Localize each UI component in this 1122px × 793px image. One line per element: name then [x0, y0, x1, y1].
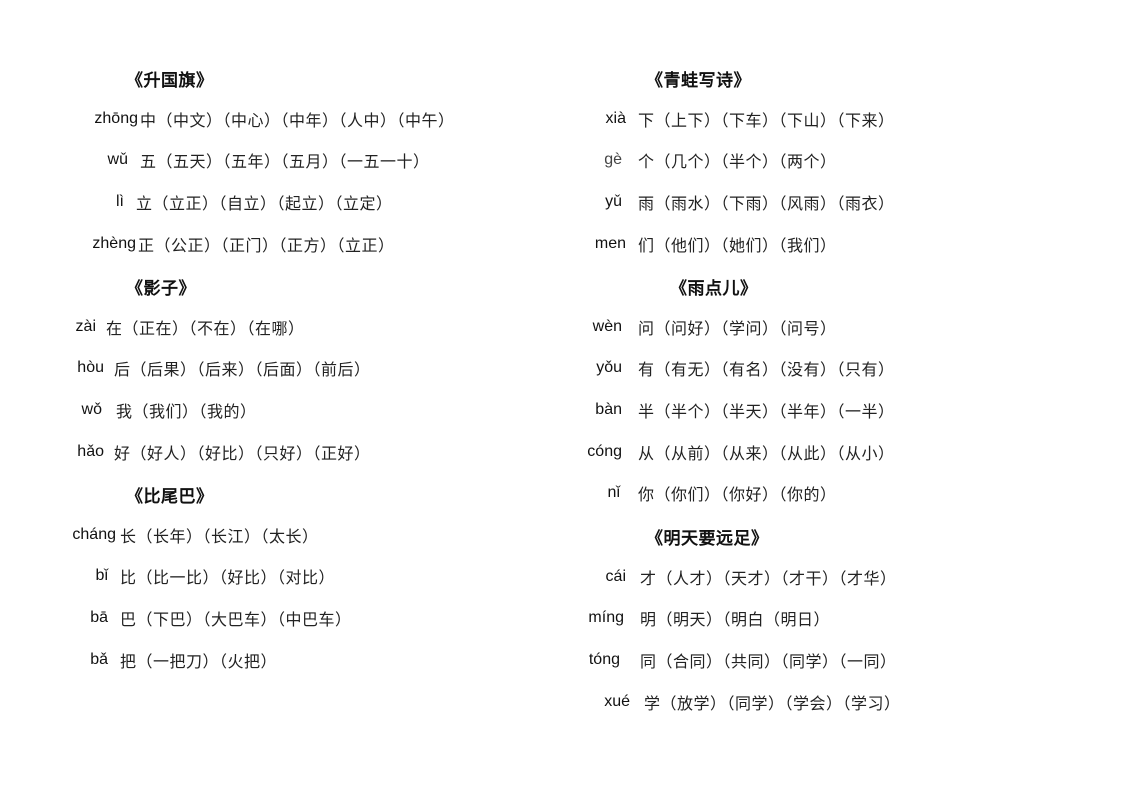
section-title: 《青蛙写诗》: [646, 71, 751, 91]
pinyin: zhèng: [92, 235, 136, 252]
word-list: 雨（雨水）（下雨）（风雨）（雨衣）: [638, 194, 895, 213]
pinyin: yǔ: [605, 193, 622, 210]
vocab-row: nǐ 你（你们）（你好）（你的）: [560, 481, 837, 505]
pinyin: bǎ: [90, 651, 108, 668]
word-list: 正（公正）（正门）（正方）（立正）: [138, 236, 395, 255]
word-list: 我（我们）（我的）: [116, 402, 257, 421]
pinyin: cóng: [587, 443, 622, 460]
vocab-row: gè 个（几个）（半个）（两个）: [560, 148, 837, 172]
word-list: 问（问好）（学问）（问号）: [638, 319, 837, 338]
section-title: 《升国旗》: [126, 71, 214, 91]
vocab-row: men 们（他们）（她们）（我们）: [560, 232, 837, 256]
pinyin: xué: [604, 693, 630, 710]
vocab-row: wèn 问（问好）（学问）（问号）: [560, 315, 837, 339]
vocab-row: bàn 半（半个）（半天）（半年）（一半）: [560, 398, 895, 422]
vocab-row: tóng 同（合同）（共同）（同学）（一同）: [560, 648, 897, 672]
vocab-row: bǎ 把（一把刀）（火把）: [0, 648, 277, 672]
word-list: 同（合同）（共同）（同学）（一同）: [640, 652, 897, 671]
vocab-row: cái 才（人才）（天才）（才干）（才华）: [560, 565, 897, 589]
word-list: 把（一把刀）（火把）: [120, 652, 278, 671]
word-list: 在（正在）（不在）（在哪）: [106, 319, 305, 338]
pinyin: wǔ: [107, 151, 128, 168]
pinyin: bā: [90, 609, 108, 626]
word-list: 学（放学）（同学）（学会）（学习）: [644, 694, 901, 713]
vocab-row: cháng 长（长年）（长江）（太长）: [0, 523, 319, 547]
word-list: 好（好人）（好比）（只好）（正好）: [114, 444, 371, 463]
pinyin: cháng: [72, 526, 116, 543]
pinyin: zhōng: [94, 110, 138, 127]
pinyin: zài: [75, 318, 96, 335]
word-list: 们（他们）（她们）（我们）: [638, 236, 837, 255]
pinyin: cái: [605, 568, 626, 585]
pinyin: nǐ: [607, 484, 620, 501]
vocab-row: zài 在（正在）（不在）（在哪）: [0, 315, 305, 339]
section-title: 《比尾巴》: [126, 487, 214, 507]
section-title: 《明天要远足》: [646, 529, 769, 549]
word-list: 下（上下）（下车）（下山）（下来）: [638, 111, 895, 130]
word-list: 你（你们）（你好）（你的）: [638, 485, 837, 504]
vocab-row: wǔ 五（五天）（五年）（五月）（一五一十）: [0, 148, 430, 172]
word-list: 长（长年）（长江）（太长）: [120, 527, 319, 546]
vocab-row: hòu 后（后果）（后来）（后面）（前后）: [0, 356, 371, 380]
word-list: 巴（下巴）（大巴车）（中巴车）: [120, 610, 352, 629]
word-list: 中（中文）（中心）（中年）（人中）（中午）: [140, 111, 455, 130]
pinyin: míng: [588, 609, 624, 626]
pinyin: bàn: [595, 401, 622, 418]
vocab-row: zhèng 正（公正）（正门）（正方）（立正）: [0, 232, 395, 256]
word-list: 半（半个）（半天）（半年）（一半）: [638, 402, 895, 421]
vocab-row: yǒu 有（有无）（有名）（没有）（只有）: [560, 356, 895, 380]
word-list: 后（后果）（后来）（后面）（前后）: [114, 360, 371, 379]
word-list: 五（五天）（五年）（五月）（一五一十）: [140, 152, 430, 171]
vocab-row: cóng 从（从前）（从来）（从此）（从小）: [560, 440, 895, 464]
pinyin: hǎo: [77, 443, 104, 460]
word-list: 从（从前）（从来）（从此）（从小）: [638, 444, 895, 463]
vocab-row: lì 立（立正）（自立）（起立）（立定）: [0, 190, 393, 214]
section-title: 《雨点儿》: [670, 279, 758, 299]
vocab-row: xià 下（上下）（下车）（下山）（下来）: [560, 107, 895, 131]
vocab-row: bā 巴（下巴）（大巴车）（中巴车）: [0, 606, 352, 630]
vocab-row: zhōng 中（中文）（中心）（中年）（人中）（中午）: [0, 107, 455, 131]
pinyin: yǒu: [596, 359, 622, 376]
vocab-row: hǎo 好（好人）（好比）（只好）（正好）: [0, 440, 371, 464]
section-title: 《影子》: [126, 279, 196, 299]
pinyin: wǒ: [81, 401, 102, 418]
pinyin: wèn: [592, 318, 622, 335]
pinyin: men: [594, 235, 626, 252]
vocab-row: yǔ 雨（雨水）（下雨）（风雨）（雨衣）: [560, 190, 895, 214]
word-list: 才（人才）（天才）（才干）（才华）: [640, 569, 897, 588]
pinyin: hòu: [77, 359, 104, 376]
word-list: 有（有无）（有名）（没有）（只有）: [638, 360, 895, 379]
vocab-row: xué 学（放学）（同学）（学会）（学习）: [560, 690, 901, 714]
pinyin: gè: [604, 151, 622, 168]
vocab-row: míng 明（明天）（明白（明日）: [560, 606, 830, 630]
word-list: 立（立正）（自立）（起立）（立定）: [136, 194, 393, 213]
vocab-row: wǒ 我（我们）（我的）: [0, 398, 257, 422]
pinyin: xià: [605, 110, 626, 127]
vocab-row: bǐ 比（比一比）（好比）（对比）: [0, 564, 335, 588]
word-list: 比（比一比）（好比）（对比）: [120, 568, 336, 587]
pinyin: tóng: [588, 651, 620, 668]
pinyin: bǐ: [95, 567, 108, 584]
word-list: 明（明天）（明白（明日）: [640, 610, 831, 629]
word-list: 个（几个）（半个）（两个）: [638, 152, 837, 171]
pinyin: lì: [116, 193, 124, 210]
